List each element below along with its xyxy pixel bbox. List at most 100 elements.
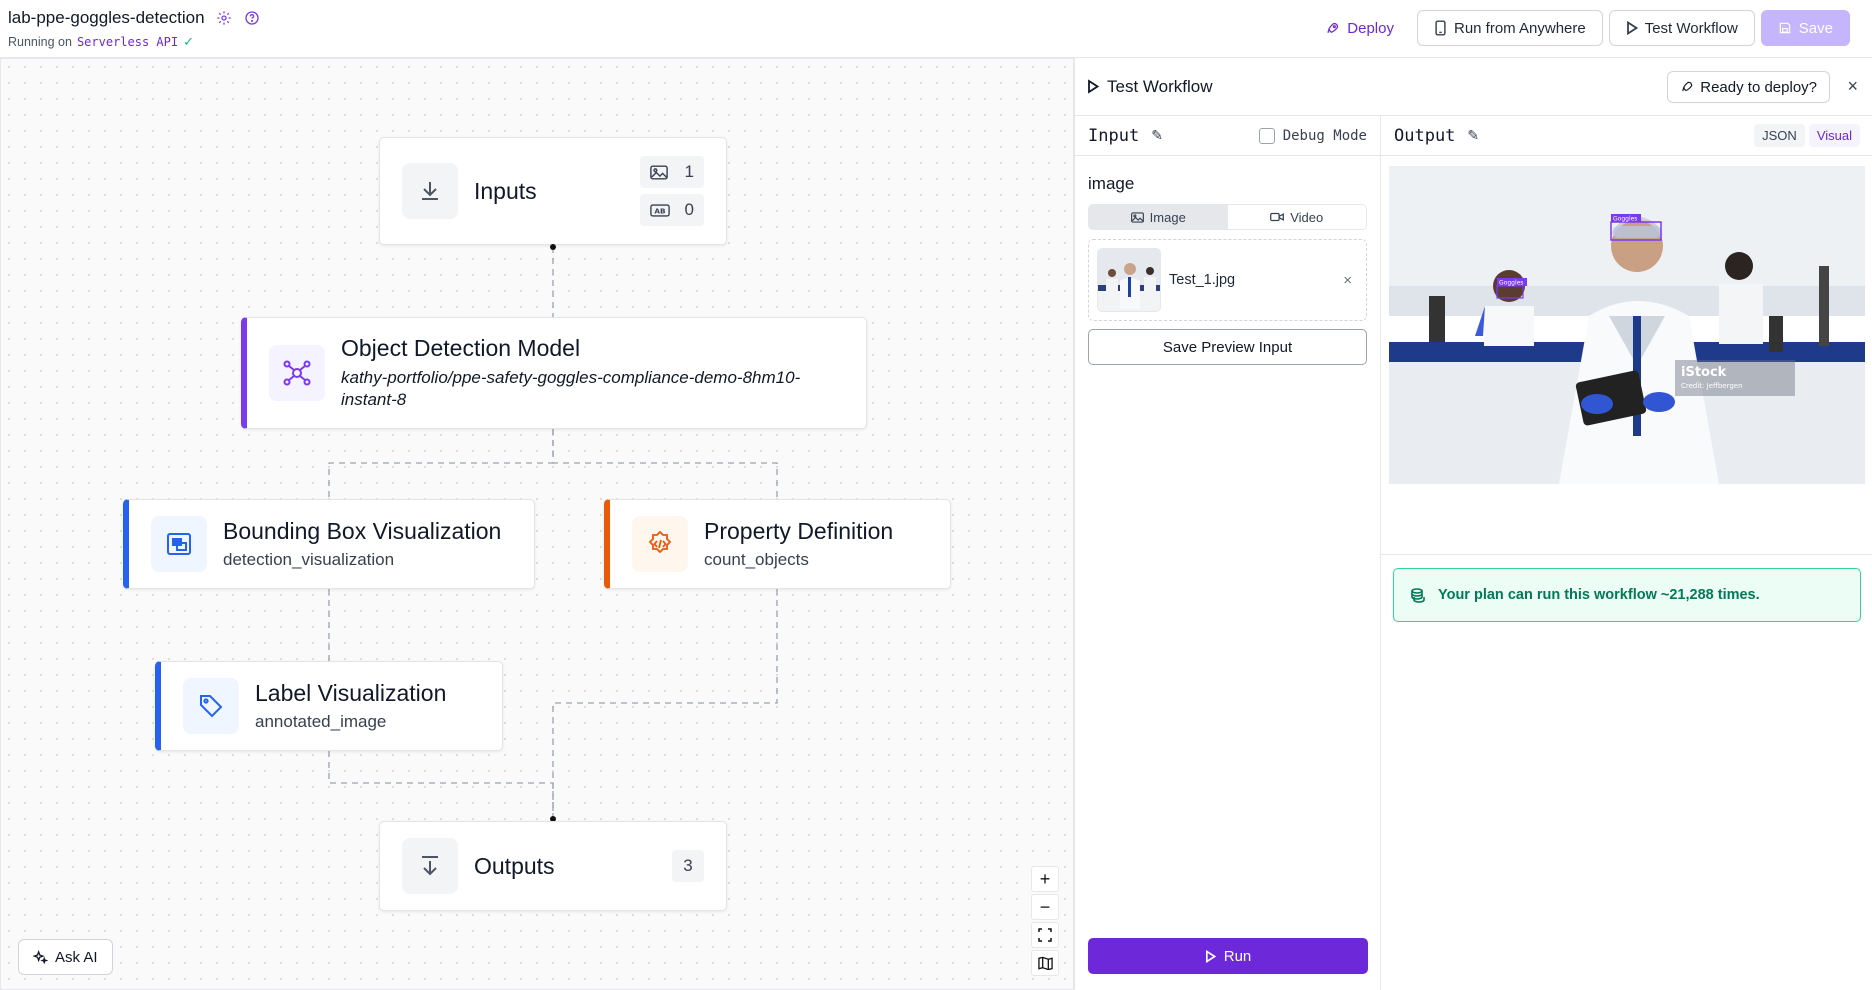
- tab-image[interactable]: Image: [1089, 205, 1228, 229]
- property-title: Property Definition: [704, 518, 894, 544]
- play-icon: [1088, 79, 1099, 94]
- inputs-port: [550, 244, 556, 250]
- object-detection-model-node[interactable]: Object Detection Model kathy-portfolio/p…: [241, 317, 867, 429]
- test-workflow-label: Test Workflow: [1644, 19, 1738, 37]
- deploy-label: Deploy: [1347, 19, 1394, 37]
- zoom-out-button[interactable]: −: [1031, 894, 1059, 920]
- help-icon[interactable]: [243, 9, 261, 27]
- workflow-title[interactable]: lab-ppe-goggles-detection: [8, 8, 205, 28]
- running-target[interactable]: Serverless API: [77, 35, 178, 49]
- minimap-button[interactable]: [1031, 950, 1059, 976]
- inputs-title: Inputs: [474, 177, 537, 204]
- sparkles-icon: [33, 949, 48, 964]
- workflow-canvas[interactable]: Inputs 1 AB 0 Object Detection Model kat…: [0, 58, 1074, 990]
- check-icon: ✓: [183, 34, 195, 49]
- outputs-node[interactable]: Outputs 3: [379, 821, 727, 911]
- edge-model-bbox: [328, 429, 554, 499]
- test-workflow-button[interactable]: Test Workflow: [1608, 10, 1755, 46]
- ask-ai-button[interactable]: Ask AI: [18, 939, 113, 975]
- media-type-tabs: Image Video: [1088, 204, 1367, 230]
- zoom-in-button[interactable]: +: [1031, 866, 1059, 892]
- plan-message: Your plan can run this workflow ~21,288 …: [1438, 587, 1760, 603]
- fit-view-icon: [1038, 928, 1052, 942]
- output-title: Output: [1394, 125, 1456, 146]
- watermark-credit: Credit: Jeffbergen: [1681, 382, 1743, 390]
- edit-output-pencil-icon[interactable]: ✎: [1467, 127, 1479, 144]
- image-icon: [650, 164, 668, 180]
- play-icon: [1626, 21, 1638, 35]
- fit-view-button[interactable]: [1031, 922, 1059, 948]
- property-code-icon: [632, 516, 688, 572]
- running-prefix: Running on: [8, 35, 72, 49]
- text-param-icon: AB: [650, 203, 670, 217]
- image-icon: [1130, 211, 1144, 223]
- zoom-controls: + −: [1031, 866, 1059, 976]
- visual-view-button[interactable]: Visual: [1808, 124, 1860, 147]
- outputs-title: Outputs: [474, 852, 555, 879]
- debug-mode-label: Debug Mode: [1282, 127, 1367, 144]
- phone-icon: [1435, 20, 1446, 36]
- edge-model-property: [552, 429, 778, 499]
- close-icon[interactable]: ×: [1847, 76, 1858, 97]
- json-view-button[interactable]: JSON: [1754, 124, 1805, 147]
- bounding-box-visualization-node[interactable]: Bounding Box Visualization detection_vis…: [123, 499, 535, 589]
- detection-label-2: Goggles: [1499, 280, 1523, 287]
- property-definition-node[interactable]: Property Definition count_objects: [604, 499, 951, 589]
- bounding-box-icon: [151, 516, 207, 572]
- settings-gear-icon[interactable]: [215, 9, 233, 27]
- output-arrow-icon: [402, 838, 458, 894]
- run-from-anywhere-button[interactable]: Run from Anywhere: [1416, 10, 1603, 46]
- save-button[interactable]: Save: [1760, 10, 1850, 46]
- bbox-title: Bounding Box Visualization: [223, 518, 502, 544]
- panel-header: Test Workflow Ready to deploy? ×: [1075, 58, 1872, 116]
- video-icon: [1270, 212, 1285, 222]
- rocket-icon: [1327, 22, 1339, 33]
- inputs-node[interactable]: Inputs 1 AB 0: [379, 137, 727, 245]
- run-anywhere-label: Run from Anywhere: [1453, 19, 1586, 37]
- svg-text:AB: AB: [654, 206, 666, 215]
- ready-to-deploy-button[interactable]: Ready to deploy?: [1667, 71, 1830, 103]
- run-button[interactable]: Run: [1088, 938, 1368, 974]
- file-thumbnail: [1097, 248, 1161, 312]
- output-header: Output ✎ JSON Visual: [1381, 116, 1872, 156]
- outputs-count: 3: [672, 850, 704, 882]
- bbox-output-name: detection_visualization: [223, 550, 395, 569]
- debug-mode-checkbox[interactable]: [1258, 127, 1275, 144]
- param-input-count: AB 0: [640, 194, 704, 226]
- image-input-count: 1: [640, 156, 704, 188]
- tab-video[interactable]: Video: [1228, 205, 1367, 229]
- edge-label-outputs: [328, 751, 554, 819]
- deployment-status: Running on Serverless API ✓: [8, 34, 194, 50]
- label-title: Label Visualization: [255, 680, 447, 706]
- input-title: Input: [1088, 125, 1140, 146]
- uploaded-file[interactable]: Test_1.jpg ×: [1088, 239, 1367, 321]
- floppy-icon: [1779, 22, 1791, 34]
- save-label: Save: [1798, 19, 1833, 37]
- app-header: lab-ppe-goggles-detection Running on Ser…: [0, 0, 1872, 58]
- debug-mode-toggle[interactable]: Debug Mode: [1258, 127, 1367, 144]
- remove-file-icon[interactable]: ×: [1343, 272, 1352, 289]
- input-column: Input ✎ Debug Mode image Image Video Tes…: [1075, 116, 1381, 990]
- model-id: kathy-portfolio/ppe-safety-goggles-compl…: [341, 368, 801, 409]
- model-network-icon: [269, 345, 325, 401]
- test-workflow-panel: Test Workflow Ready to deploy? × Input ✎…: [1074, 58, 1872, 990]
- detection-label: Goggles: [1613, 216, 1637, 223]
- output-preview-image: Goggles Goggles iStock Credit: Jeffberge…: [1389, 166, 1865, 484]
- deploy-button[interactable]: Deploy: [1308, 10, 1411, 46]
- plan-usage-banner: Your plan can run this workflow ~21,288 …: [1393, 568, 1861, 622]
- download-icon: [402, 163, 458, 219]
- watermark-logo: iStock: [1681, 365, 1727, 380]
- label-visualization-node[interactable]: Label Visualization annotated_image: [155, 661, 503, 751]
- edge-property-outputs: [552, 589, 778, 819]
- property-output-name: count_objects: [704, 550, 809, 569]
- save-preview-input-button[interactable]: Save Preview Input: [1088, 329, 1367, 365]
- file-name: Test_1.jpg: [1169, 272, 1236, 288]
- output-column: Output ✎ JSON Visual Goggles Goggles iSt…: [1381, 116, 1872, 990]
- map-icon: [1037, 956, 1053, 970]
- output-divider: [1381, 554, 1872, 555]
- label-output-name: annotated_image: [255, 712, 387, 731]
- edit-input-pencil-icon[interactable]: ✎: [1151, 127, 1163, 144]
- coins-icon: [1411, 588, 1425, 603]
- tag-icon: [183, 678, 239, 734]
- image-field-label: image: [1088, 174, 1135, 193]
